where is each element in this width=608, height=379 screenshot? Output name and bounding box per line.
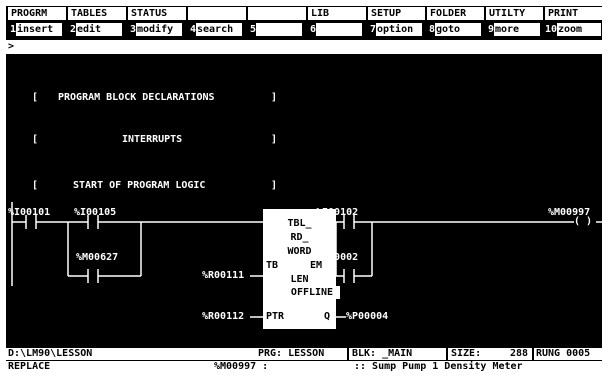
contact-label-i101[interactable]: %I00101	[8, 207, 50, 219]
fkey-number: 8	[428, 24, 435, 35]
status-size-value: 288	[510, 348, 529, 359]
fkey-number: 6	[309, 24, 316, 35]
function-key-bar: PROGRM 1 insert TABLES 2 edit STATUS 3 m…	[6, 6, 602, 38]
fkey-category-blank[interactable]	[186, 7, 246, 20]
ladder-editor[interactable]: [ PROGRAM BLOCK DECLARATIONS ] [ INTERRU…	[6, 54, 602, 346]
fkey-3[interactable]: STATUS 3 modify	[126, 6, 186, 38]
decl-start-logic[interactable]: START OF PROGRAM LOGIC	[73, 180, 205, 192]
decl-program-block[interactable]: PROGRAM BLOCK DECLARATIONS	[58, 92, 215, 104]
fkey-category-print[interactable]: PRINT	[543, 7, 602, 20]
status-program: PRG: LESSON	[258, 348, 325, 359]
output-coil[interactable]: ( )	[574, 216, 592, 228]
fkey-category-progrm[interactable]: PROGRM	[6, 7, 66, 20]
fkey-category-tables[interactable]: TABLES	[66, 7, 126, 20]
fkey-number: 10	[544, 24, 557, 35]
decl-open-bracket: [	[32, 180, 39, 191]
fkey-number: 4	[189, 24, 196, 35]
fkey-10[interactable]: PRINT 10 zoom	[543, 6, 602, 38]
command-prompt: >	[8, 41, 15, 52]
fkey-modify[interactable]: modify	[136, 23, 182, 36]
fkey-search[interactable]: search	[196, 23, 242, 36]
block-pin-q: Q	[324, 311, 331, 322]
fkey-zoom[interactable]: zoom	[557, 23, 601, 36]
fkey-insert[interactable]: insert	[16, 23, 62, 36]
contact-label-m627[interactable]: %M00627	[76, 252, 118, 264]
fkey-category-status[interactable]: STATUS	[126, 7, 186, 20]
block-pin-em: EM	[310, 260, 323, 271]
mode-indicator: OFFLINE	[284, 286, 340, 299]
fkey-more[interactable]: more	[494, 23, 540, 36]
fkey-9[interactable]: UTILTY 9 more	[484, 6, 543, 38]
command-line[interactable]: >	[6, 40, 602, 54]
fkey-category-blank[interactable]	[246, 7, 306, 20]
block-pin-len: LEN	[290, 274, 309, 285]
block-name-line3[interactable]: WORD	[263, 246, 336, 258]
fkey-option[interactable]: option	[376, 23, 422, 36]
fkey-5[interactable]: 5	[246, 6, 306, 38]
fkey-category-lib[interactable]: LIB	[306, 7, 366, 20]
status-path: D:\LM90\LESSON	[8, 348, 93, 359]
programmer-screen: PROGRM 1 insert TABLES 2 edit STATUS 3 m…	[6, 6, 602, 373]
ref-q-output[interactable]: %P00004	[346, 311, 388, 323]
fkey-2[interactable]: TABLES 2 edit	[66, 6, 126, 38]
fkey-5-action[interactable]	[256, 23, 302, 36]
status-edit-mode: REPLACE	[8, 361, 51, 372]
fkey-1[interactable]: PROGRM 1 insert	[6, 6, 66, 38]
fkey-4[interactable]: 4 search	[186, 6, 246, 38]
fkey-category-setup[interactable]: SETUP	[366, 7, 425, 20]
fkey-6-action[interactable]	[316, 23, 362, 36]
fkey-7[interactable]: SETUP 7 option	[366, 6, 425, 38]
block-pin-tb: TB	[266, 260, 279, 271]
status-block: BLK: _MAIN	[352, 348, 413, 359]
decl-close-bracket: ]	[271, 92, 278, 103]
fkey-number: 9	[487, 24, 494, 35]
fkey-number: 1	[9, 24, 16, 35]
fkey-number: 3	[129, 24, 136, 35]
fkey-number: 5	[249, 24, 256, 35]
decl-open-bracket: [	[32, 92, 39, 103]
ref-tb-input[interactable]: %R00111	[202, 270, 244, 282]
block-name-line1[interactable]: TBL_	[263, 218, 336, 230]
fkey-goto[interactable]: goto	[435, 23, 481, 36]
decl-close-bracket: ]	[271, 134, 278, 145]
fkey-8[interactable]: FOLDER 8 goto	[425, 6, 484, 38]
ref-ptr-input[interactable]: %R00112	[202, 311, 244, 323]
fkey-edit[interactable]: edit	[76, 23, 122, 36]
status-current-ref: %M00997 :	[214, 361, 269, 372]
fkey-6[interactable]: LIB 6	[306, 6, 366, 38]
block-name-line2[interactable]: RD_	[263, 232, 336, 244]
decl-open-bracket: [	[32, 134, 39, 145]
fkey-number: 2	[69, 24, 76, 35]
contact-label-i105[interactable]: %I00105	[74, 207, 116, 219]
decl-close-bracket: ]	[271, 180, 278, 191]
block-pin-ptr: PTR	[266, 311, 285, 322]
status-size-label: SIZE:	[451, 348, 482, 359]
fkey-category-folder[interactable]: FOLDER	[425, 7, 484, 20]
status-bar-bottom: REPLACE %M00997 : :: Sump Pump 1 Density…	[6, 361, 602, 373]
status-bar-top: D:\LM90\LESSON PRG: LESSON BLK: _MAIN SI…	[6, 348, 602, 360]
decl-interrupts[interactable]: INTERRUPTS	[122, 134, 182, 146]
status-description: :: Sump Pump 1 Density Meter	[354, 361, 523, 372]
status-rung: RUNG 0005	[536, 348, 591, 359]
fkey-category-utilty[interactable]: UTILTY	[484, 7, 543, 20]
fkey-number: 7	[369, 24, 376, 35]
